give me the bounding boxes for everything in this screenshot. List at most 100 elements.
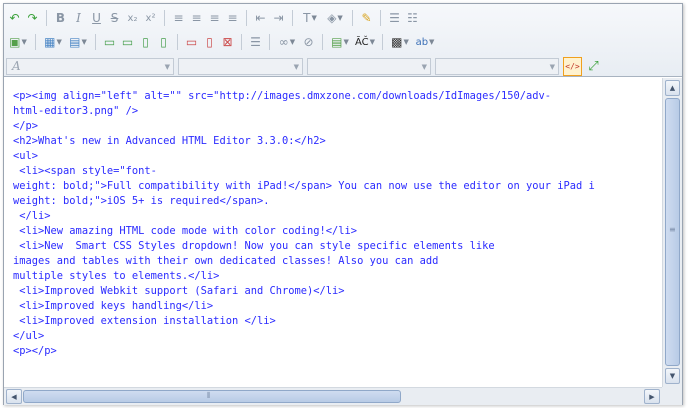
- horizontal-scroll-thumb[interactable]: ⦀: [23, 390, 401, 403]
- indent-button[interactable]: ⇥: [270, 9, 287, 27]
- font-size-select[interactable]: ▼: [307, 57, 431, 75]
- code-line: html-editor3.png" />: [13, 105, 139, 117]
- chevron-down-icon: ▼: [343, 38, 349, 46]
- arrow-down-icon: ▼: [669, 372, 676, 380]
- clean-formatting-button[interactable]: ✎: [358, 9, 375, 27]
- outdent-button[interactable]: ⇤: [252, 9, 269, 27]
- toolbar-row-formatting: ↶ ↷ B I U Sx₂ x² ≡ ≡ ≡ ≡ ⇤ ⇥ T ▼ ◈ ▼ ✎ ☰ ☷: [6, 8, 422, 28]
- remove-link-button[interactable]: ⊘: [300, 33, 317, 51]
- delete-table-button[interactable]: ⊠: [219, 33, 236, 51]
- scroll-up-button[interactable]: ▲: [665, 80, 680, 96]
- code-line: <ul>: [13, 150, 39, 162]
- insert-row-above-button[interactable]: ▭: [101, 33, 118, 51]
- toolbar-separator: [177, 34, 178, 50]
- delete-row-button[interactable]: ▭: [183, 33, 200, 51]
- style-a-icon: A: [12, 59, 21, 73]
- editor-toolbar: ↶ ↷ B I U Sx₂ x² ≡ ≡ ≡ ≡ ⇤ ⇥ T ▼ ◈ ▼ ✎ ☰ ☷ ▣ ▼ ▦ ▼ ▤ ▼ ▭ ▭ ▯ ▯ ▭ ▯ ⊠ ☰ ∞ ▼…: [4, 4, 682, 77]
- indent-icon: ⇥: [273, 11, 284, 25]
- code-line: <li>Improved Webkit support (Safari and …: [13, 285, 345, 297]
- chevron-down-icon: ▼: [21, 38, 27, 46]
- align-left-icon: ≡: [173, 11, 184, 25]
- numbered-list-button[interactable]: ☷: [404, 9, 421, 27]
- chevron-down-icon: ▼: [293, 62, 299, 71]
- html-code-view[interactable]: <p><img align="left" alt="" src="http://…: [4, 78, 662, 387]
- font-color-button[interactable]: T ▼: [298, 9, 322, 27]
- column-left-icon: ▯: [142, 35, 149, 49]
- toolbar-row-insert: ▣ ▼ ▦ ▼ ▤ ▼ ▭ ▭ ▯ ▯ ▭ ▯ ⊠ ☰ ∞ ▼ ⊘ ▤ ▼ ĀČ ▼ ▩ ▼ ab ▼: [6, 32, 438, 52]
- special-characters-button[interactable]: ĀČ ▼: [353, 33, 377, 51]
- spell-check-icon: ab: [415, 36, 429, 48]
- arrow-up-icon: ▲: [669, 84, 676, 92]
- underline-icon: U: [92, 11, 101, 25]
- vertical-scroll-thumb[interactable]: ≡: [665, 98, 680, 366]
- highlight-color-button[interactable]: ◈ ▼: [323, 9, 347, 27]
- subscript-button[interactable]: x₂: [124, 9, 141, 27]
- chevron-down-icon: ▼: [311, 14, 317, 22]
- scroll-right-button[interactable]: ▶: [644, 389, 660, 404]
- toolbar-separator: [164, 10, 165, 26]
- broom-icon: ✎: [361, 11, 372, 25]
- align-center-button[interactable]: ≡: [188, 9, 205, 27]
- bulleted-list-button[interactable]: ☰: [386, 9, 403, 27]
- arrow-right-icon: ▶: [649, 392, 655, 401]
- code-view-button[interactable]: </>: [563, 56, 582, 76]
- code-line: <li>Improved extension installation </li…: [13, 315, 276, 327]
- code-line: <h2>What's new in Advanced HTML Editor 3…: [13, 135, 326, 147]
- delete-column-icon: ▯: [206, 35, 213, 49]
- chevron-down-icon: ▼: [289, 38, 296, 46]
- toolbar-separator: [46, 10, 47, 26]
- insert-column-right-button[interactable]: ▯: [155, 33, 172, 51]
- insert-table-button[interactable]: ▦ ▼: [41, 33, 65, 51]
- scroll-left-button[interactable]: ◀: [6, 389, 22, 404]
- subscript-icon: x₂: [127, 12, 138, 24]
- toolbar-separator: [246, 10, 247, 26]
- table-properties-button[interactable]: ▤ ▼: [66, 33, 90, 51]
- table-icon: ▦: [44, 35, 56, 49]
- spell-check-button[interactable]: ab ▼: [413, 33, 437, 51]
- insert-image-button[interactable]: ▣ ▼: [6, 33, 30, 51]
- code-line: weight: bold;">iOS 5+ is required</span>…: [13, 195, 270, 207]
- fullscreen-button[interactable]: ⤢: [585, 57, 602, 75]
- italic-button[interactable]: I: [70, 9, 87, 27]
- vertical-scrollbar[interactable]: ▲ ≡ ▼: [662, 78, 682, 387]
- align-right-icon: ≡: [209, 11, 220, 25]
- align-left-button[interactable]: ≡: [170, 9, 187, 27]
- horizontal-rule-button[interactable]: ☰: [247, 33, 264, 51]
- align-center-icon: ≡: [191, 11, 202, 25]
- outdent-icon: ⇤: [255, 11, 266, 25]
- undo-button[interactable]: ↶: [6, 9, 23, 27]
- bulleted-list-icon: ☰: [389, 11, 400, 25]
- superscript-button[interactable]: x²: [142, 9, 159, 27]
- font-family-select[interactable]: ▼: [178, 57, 303, 75]
- redo-button[interactable]: ↷: [24, 9, 41, 27]
- toolbar-separator: [241, 34, 242, 50]
- delete-column-button[interactable]: ▯: [201, 33, 218, 51]
- underline-button[interactable]: U: [88, 9, 105, 27]
- insert-row-below-button[interactable]: ▭: [119, 33, 136, 51]
- bold-icon: B: [55, 11, 66, 25]
- bold-button[interactable]: B: [52, 9, 69, 27]
- scroll-down-button[interactable]: ▼: [665, 368, 680, 384]
- link-icon: ∞: [278, 35, 289, 49]
- insert-link-button[interactable]: ∞ ▼: [275, 33, 299, 51]
- horizontal-scrollbar[interactable]: ◀ ⦀ ▶: [4, 387, 662, 405]
- chevron-down-icon: ▼: [369, 38, 376, 46]
- undo-icon: ↶: [9, 11, 20, 25]
- special-characters-icon: ĀČ: [354, 36, 369, 48]
- code-view-icon: </>: [565, 61, 580, 71]
- code-line: <li><span style="font-: [13, 165, 157, 177]
- delete-row-icon: ▭: [185, 35, 198, 49]
- insert-widget-button[interactable]: ▩ ▼: [388, 33, 412, 51]
- align-justify-button[interactable]: ≡: [224, 9, 241, 27]
- row-above-icon: ▭: [103, 35, 116, 49]
- superscript-icon: x²: [145, 12, 156, 24]
- table-properties-icon: ▤: [69, 35, 81, 49]
- insert-column-left-button[interactable]: ▯: [137, 33, 154, 51]
- strikethrough-button[interactable]: S: [106, 9, 123, 27]
- delete-table-icon: ⊠: [222, 35, 233, 49]
- style-select[interactable]: A ▼: [6, 57, 174, 75]
- column-right-icon: ▯: [160, 35, 167, 49]
- format-block-select[interactable]: ▼: [435, 57, 559, 75]
- insert-media-button[interactable]: ▤ ▼: [328, 33, 352, 51]
- align-right-button[interactable]: ≡: [206, 9, 223, 27]
